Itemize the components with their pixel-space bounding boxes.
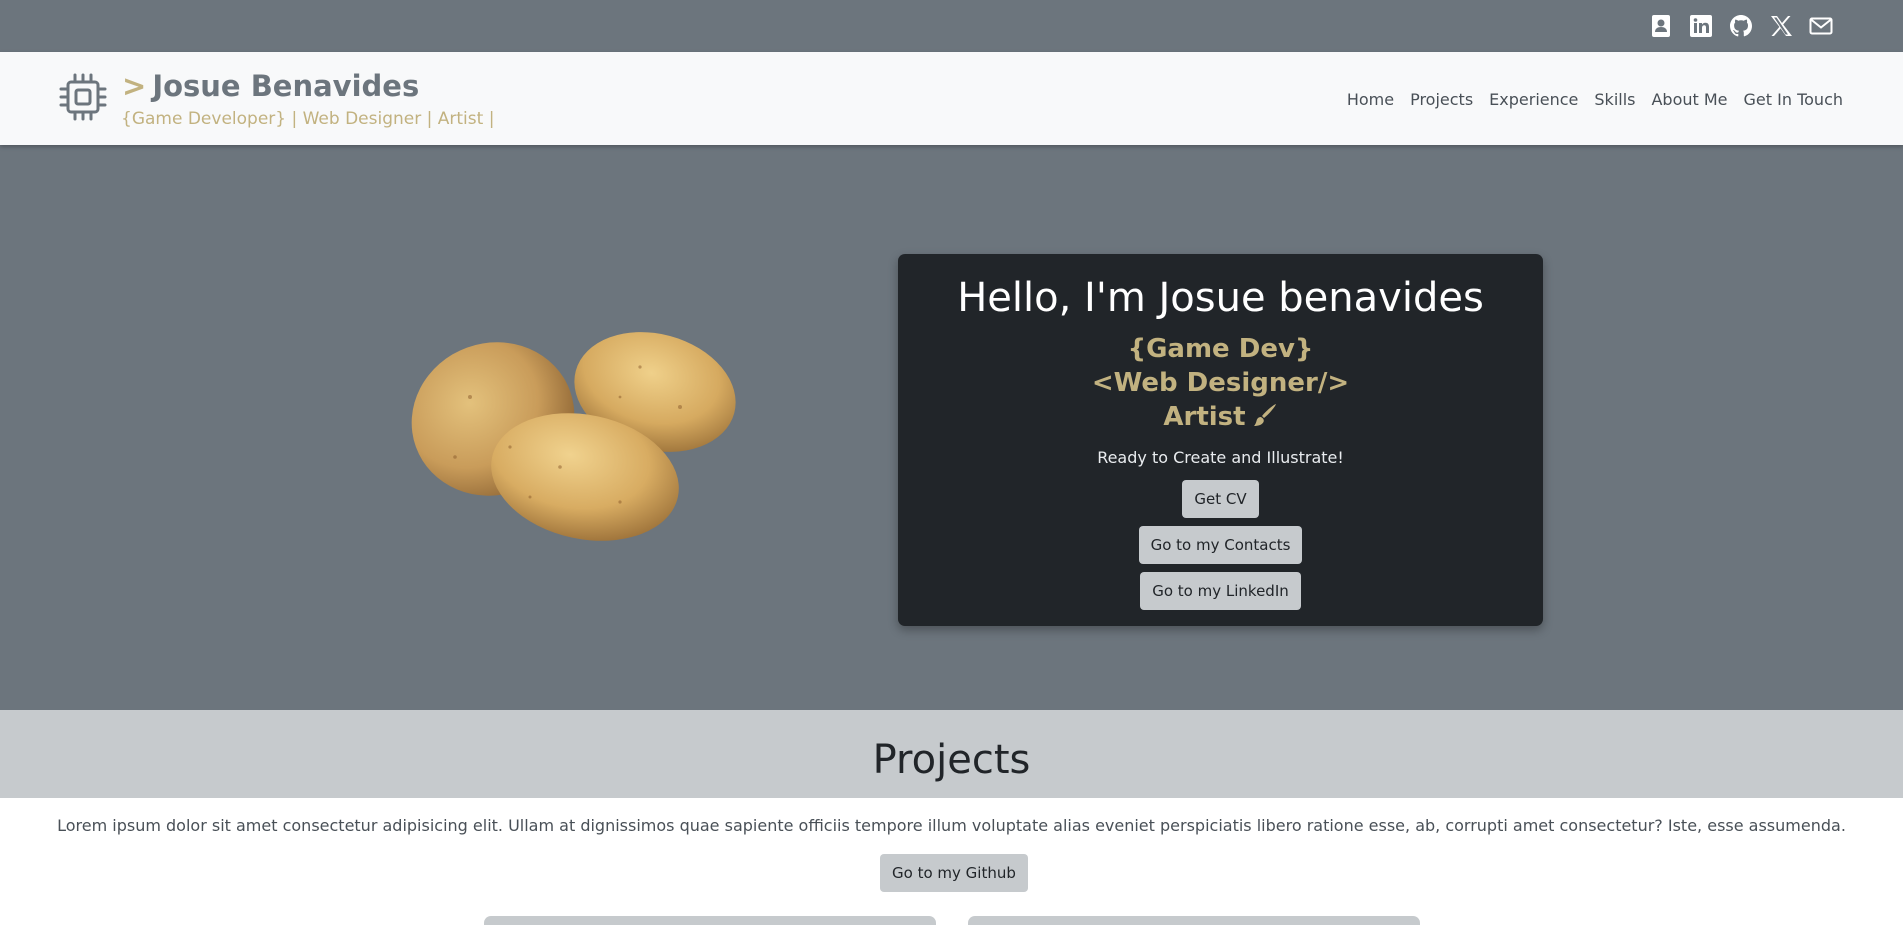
brand-prompt: > bbox=[122, 69, 147, 103]
social-links bbox=[1649, 14, 1833, 38]
nav-item-experience[interactable]: Experience bbox=[1481, 90, 1586, 109]
hero-title: Hello, I'm Josue benavides bbox=[957, 275, 1484, 321]
linkedin-icon[interactable] bbox=[1689, 14, 1713, 38]
project-card[interactable] bbox=[968, 916, 1420, 925]
go-to-github-button[interactable]: Go to my Github bbox=[880, 854, 1028, 892]
projects-header: Projects bbox=[0, 710, 1903, 798]
github-icon[interactable] bbox=[1729, 14, 1753, 38]
nav-item-projects[interactable]: Projects bbox=[1402, 90, 1481, 109]
nav-menu: Home Projects Experience Skills About Me… bbox=[1339, 90, 1851, 109]
brand-name[interactable]: > Josue Benavides bbox=[122, 69, 419, 103]
hero-section: Hello, I'm Josue benavides {Game Dev} <W… bbox=[0, 145, 1903, 710]
linkedin-button-row: Go to my LinkedIn bbox=[898, 572, 1543, 610]
hero-role-web-designer: <Web Designer/> bbox=[1091, 368, 1350, 398]
cv-button-row: Get CV bbox=[898, 480, 1543, 518]
brand-subtitle: {Game Developer} | Web Designer | Artist… bbox=[121, 109, 495, 129]
nav-item-home[interactable]: Home bbox=[1339, 90, 1402, 109]
hero-tagline: Ready to Create and Illustrate! bbox=[1097, 448, 1344, 467]
hero-role-game-dev: {Game Dev} bbox=[1127, 334, 1314, 364]
brush-icon bbox=[1252, 402, 1278, 428]
contacts-button-row: Go to my Contacts bbox=[898, 526, 1543, 564]
social-bar bbox=[0, 0, 1903, 52]
contact-card-icon[interactable] bbox=[1649, 14, 1673, 38]
projects-description: Lorem ipsum dolor sit amet consectetur a… bbox=[57, 816, 1846, 835]
get-cv-button[interactable]: Get CV bbox=[1182, 480, 1259, 518]
go-to-linkedin-button[interactable]: Go to my LinkedIn bbox=[1140, 572, 1301, 610]
chip-icon[interactable] bbox=[58, 72, 108, 122]
hero-role-artist-line: Artist bbox=[898, 400, 1543, 434]
projects-heading: Projects bbox=[872, 737, 1031, 783]
nav-item-about-me[interactable]: About Me bbox=[1643, 90, 1735, 109]
hero-role-artist: Artist bbox=[1163, 402, 1246, 432]
hero-card: Hello, I'm Josue benavides {Game Dev} <W… bbox=[898, 254, 1543, 626]
project-card[interactable] bbox=[484, 916, 936, 925]
mail-icon[interactable] bbox=[1809, 14, 1833, 38]
nav-item-skills[interactable]: Skills bbox=[1586, 90, 1643, 109]
potatoes-image bbox=[410, 327, 740, 552]
brand-name-text: Josue Benavides bbox=[152, 69, 420, 103]
navbar: > Josue Benavides {Game Developer} | Web … bbox=[0, 52, 1903, 145]
x-icon[interactable] bbox=[1769, 14, 1793, 38]
go-to-contacts-button[interactable]: Go to my Contacts bbox=[1138, 526, 1303, 564]
nav-item-get-in-touch[interactable]: Get In Touch bbox=[1736, 90, 1851, 109]
